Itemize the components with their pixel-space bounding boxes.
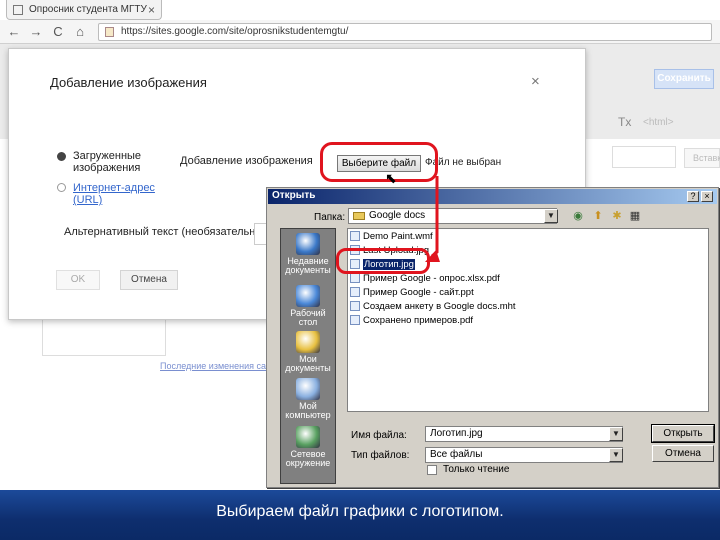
favicon-icon bbox=[13, 4, 23, 15]
alt-text-label: Альтернативный текст (необязательно) bbox=[64, 226, 266, 238]
place-my-computer[interactable]: Мой компьютер bbox=[280, 378, 336, 420]
uploaded-images-radio[interactable] bbox=[57, 152, 66, 161]
tab-title: Опросник студента МГТУ bbox=[29, 4, 147, 15]
my-documents-icon bbox=[296, 331, 320, 353]
file-name: Сохранено примеров.pdf bbox=[363, 315, 474, 326]
open-cancel-button[interactable]: Отмена bbox=[652, 445, 714, 462]
folder-value: Google docs bbox=[369, 210, 426, 221]
folder-dropdown-icon[interactable]: ▼ bbox=[544, 209, 558, 223]
file-name: Demo Paint.wmf bbox=[363, 231, 433, 242]
readonly-label: Только чтение bbox=[443, 464, 510, 475]
url-text: https://sites.google.com/site/oprosnikst… bbox=[121, 26, 349, 37]
file-icon bbox=[350, 301, 360, 312]
recent-changes-link[interactable]: Последние изменения сайта bbox=[160, 361, 280, 371]
file-name: Создаем анкету в Google doсs.mht bbox=[363, 301, 516, 312]
back-icon[interactable]: ◉ bbox=[571, 209, 585, 223]
filetype-select[interactable]: Все файлы bbox=[425, 447, 623, 463]
window-close-icon[interactable]: × bbox=[701, 191, 713, 202]
clear-format-icon[interactable]: Tx bbox=[618, 115, 631, 129]
readonly-checkbox[interactable] bbox=[427, 465, 437, 475]
file-name: Пример Google - сайт.ppt bbox=[363, 287, 474, 298]
place-label: Рабочий стол bbox=[290, 308, 326, 327]
folder-label: Папка: bbox=[314, 212, 346, 223]
url-option-link[interactable]: Интернет-адрес (URL) bbox=[73, 182, 163, 206]
mouse-cursor-icon: ⬉ bbox=[385, 170, 397, 186]
ok-button[interactable]: OK bbox=[56, 270, 100, 290]
recent-docs-icon bbox=[296, 233, 320, 255]
help-icon[interactable]: ? bbox=[687, 191, 699, 202]
filename-label: Имя файла: bbox=[351, 430, 407, 441]
home-button[interactable]: ⌂ bbox=[72, 24, 88, 39]
html-button[interactable]: <html> bbox=[643, 117, 674, 128]
file-item[interactable]: Сохранено примеров.pdf bbox=[350, 315, 473, 327]
close-icon[interactable]: × bbox=[531, 73, 540, 90]
new-folder-icon[interactable]: ✱ bbox=[610, 209, 624, 223]
add-image-label: Добавление изображения bbox=[180, 155, 313, 167]
file-icon bbox=[350, 273, 360, 284]
network-icon bbox=[296, 426, 320, 448]
reload-button[interactable]: C bbox=[50, 24, 66, 39]
desktop-icon bbox=[296, 285, 320, 307]
view-menu-icon[interactable]: ▦ bbox=[628, 209, 642, 223]
up-folder-icon[interactable]: ⬆ bbox=[591, 209, 605, 223]
browser-tab[interactable]: Опросник студента МГТУ × bbox=[6, 0, 162, 20]
open-dialog-title: Открыть bbox=[272, 190, 316, 201]
uploaded-images-label[interactable]: Загруженные изображения bbox=[73, 150, 163, 174]
place-network[interactable]: Сетевое окружение bbox=[280, 426, 336, 468]
filename-input[interactable]: Логотип.jpg bbox=[425, 426, 623, 442]
slide-caption: Выбираем файл графики с логотипом. bbox=[216, 503, 504, 520]
file-item[interactable]: Создаем анкету в Google doсs.mht bbox=[350, 301, 516, 313]
open-dialog-titlebar[interactable] bbox=[268, 189, 717, 204]
folder-select[interactable]: Google docs bbox=[348, 208, 557, 224]
address-bar[interactable]: https://sites.google.com/site/oprosnikst… bbox=[98, 23, 712, 41]
page-icon bbox=[105, 27, 114, 37]
place-desktop[interactable]: Рабочий стол bbox=[280, 285, 336, 327]
place-label: Мои документы bbox=[285, 354, 331, 373]
highlight-choose-file bbox=[320, 142, 438, 182]
highlight-logo-file bbox=[336, 248, 430, 274]
dialog-title: Добавление изображения bbox=[50, 75, 207, 90]
tab-close-icon[interactable]: × bbox=[148, 3, 155, 17]
content-box bbox=[42, 320, 166, 356]
place-label: Сетевое окружение bbox=[285, 449, 331, 468]
file-item[interactable]: Demo Paint.wmf bbox=[350, 231, 433, 243]
filetype-dropdown-icon[interactable]: ▼ bbox=[609, 448, 623, 462]
place-label: Мой компьютер bbox=[285, 401, 331, 420]
file-item[interactable]: Пример Google - сайт.ppt bbox=[350, 287, 474, 299]
back-button[interactable]: ← bbox=[6, 24, 22, 39]
insert-button[interactable]: Вставк bbox=[684, 148, 720, 168]
file-name: Пример Google - опрос.xlsx.pdf bbox=[363, 273, 500, 284]
place-recent-docs[interactable]: Недавние документы bbox=[280, 233, 336, 275]
save-button[interactable]: Сохранить bbox=[654, 69, 714, 89]
filename-dropdown-icon[interactable]: ▼ bbox=[609, 427, 623, 441]
my-computer-icon bbox=[296, 378, 320, 400]
filetype-label: Тип файлов: bbox=[351, 450, 410, 461]
page-input[interactable] bbox=[612, 146, 676, 168]
file-icon bbox=[350, 287, 360, 298]
place-my-documents[interactable]: Мои документы bbox=[280, 331, 336, 373]
cancel-button[interactable]: Отмена bbox=[120, 270, 178, 290]
file-icon bbox=[350, 231, 360, 242]
folder-icon bbox=[353, 212, 365, 220]
file-item[interactable]: Пример Google - опрос.xlsx.pdf bbox=[350, 273, 500, 285]
file-icon bbox=[350, 315, 360, 326]
forward-button[interactable]: → bbox=[28, 24, 44, 39]
url-radio[interactable] bbox=[57, 183, 66, 192]
open-button[interactable]: Открыть bbox=[651, 424, 715, 443]
place-label: Недавние документы bbox=[285, 256, 331, 275]
